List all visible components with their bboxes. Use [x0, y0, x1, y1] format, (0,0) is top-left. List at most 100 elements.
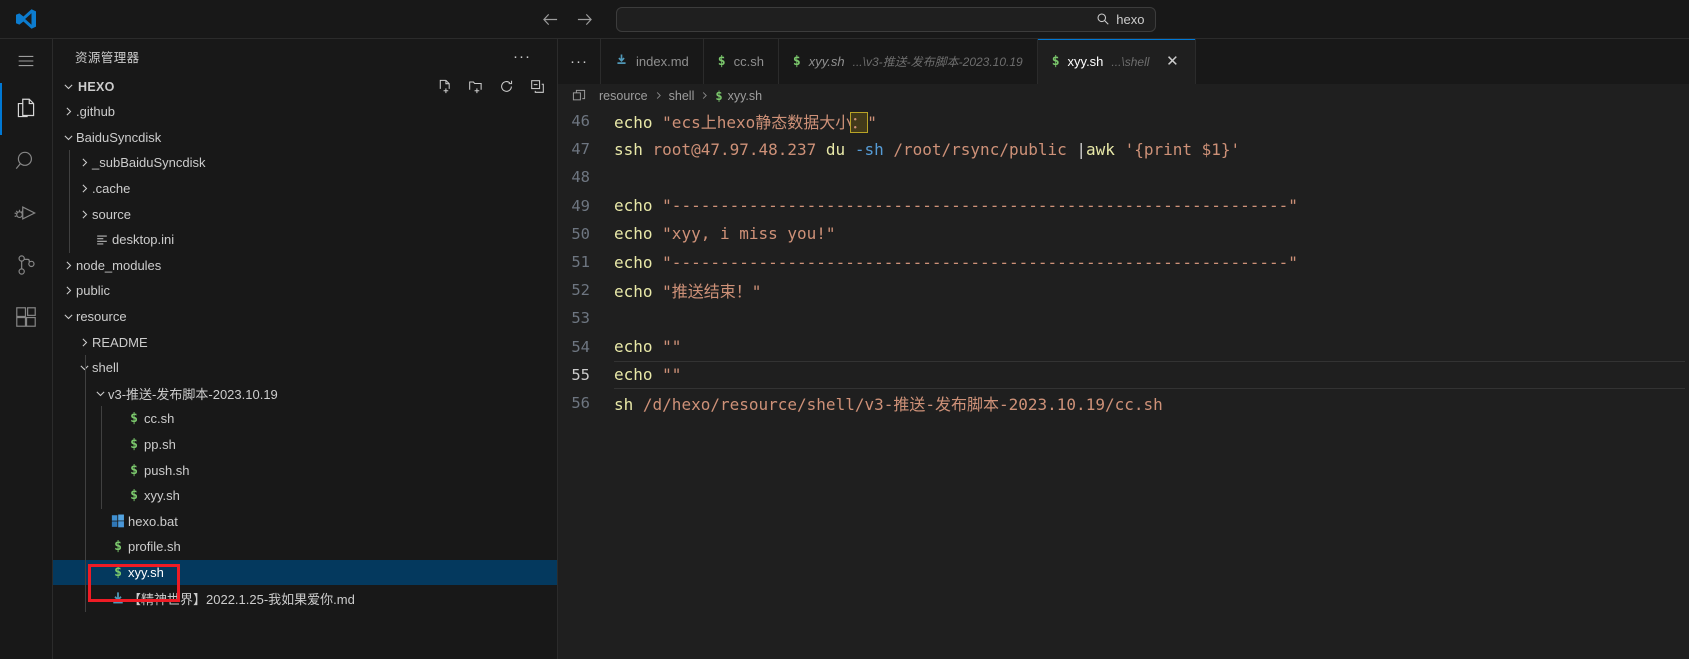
tree-file-row[interactable]: $ profile.sh — [53, 534, 557, 560]
breadcrumb-file[interactable]: xyy.sh — [728, 89, 763, 103]
tree-folder-row[interactable]: public — [53, 278, 557, 304]
code-line[interactable]: 52 echo "推送结束！" — [558, 276, 1689, 304]
editor-tab[interactable]: index.md — [601, 39, 704, 84]
code-lines: 46 echo "ecs上hexo静态数据大小：" 47 ssh root@47.97… — [558, 107, 1689, 417]
refresh-icon[interactable] — [499, 79, 514, 94]
code-token: "ecs上hexo静态数据大小 — [662, 113, 852, 133]
tree-indent-guide — [85, 355, 86, 612]
new-file-icon[interactable] — [437, 79, 452, 94]
code-token: | — [1076, 139, 1087, 159]
activity-bar-item-search[interactable] — [0, 135, 52, 187]
chevron-down-icon — [93, 387, 108, 400]
tree-item-label: hexo.bat — [128, 513, 178, 529]
code-token: ssh — [614, 139, 653, 159]
breadcrumb-separator-icon — [699, 90, 710, 101]
activity-bar — [0, 39, 53, 659]
explorer-root-folder-header[interactable]: HEXO — [53, 74, 557, 99]
tree-file-row[interactable]: $ pp.sh — [53, 432, 557, 458]
line-number: 53 — [571, 309, 590, 328]
activity-bar-item-source-control[interactable] — [0, 239, 52, 291]
code-token: echo — [614, 337, 663, 357]
code-line[interactable]: 54 echo "" — [558, 333, 1689, 361]
editor-group: ··· index.md $ cc.sh $ xyy.sh ...\v3-推送-发布脚本-… — [558, 39, 1689, 659]
code-token: " — [867, 113, 877, 133]
tree-file-row[interactable]: 【精神世界】2022.1.25-我如果爱你.md — [53, 585, 557, 611]
close-icon[interactable]: ✕ — [1163, 54, 1181, 69]
tree-folder-row[interactable]: BaiduSyncdisk — [53, 125, 557, 151]
code-line[interactable]: 55 echo "" — [558, 360, 1689, 389]
search-icon — [15, 151, 33, 169]
code-token: echo — [614, 224, 663, 244]
code-line[interactable]: 48 — [558, 163, 1689, 191]
code-token: "" — [662, 337, 682, 357]
activity-bar-item-explorer[interactable] — [0, 83, 52, 135]
vscode-window: hexo 资源管理器 ··· HEXO .github BaiduSyncdis… — [0, 0, 1689, 659]
breadcrumb[interactable]: resource shell $ xyy.sh — [558, 84, 1689, 107]
code-editor[interactable]: 46 echo "ecs上hexo静态数据大小：" 47 ssh root@47.97… — [558, 107, 1689, 659]
editor-tab[interactable]: $ cc.sh — [703, 39, 779, 84]
code-line[interactable]: 50 echo "xyy, i miss you!" — [558, 220, 1689, 248]
tree-item-label: v3-推送-发布脚本-2023.10.19 — [108, 386, 278, 402]
code-token: echo — [614, 282, 663, 302]
breadcrumb-segment[interactable]: shell — [669, 89, 695, 103]
tree-folder-row[interactable]: .cache — [53, 176, 557, 202]
tree-file-row[interactable]: desktop.ini — [53, 227, 557, 253]
split-editor-icon[interactable] — [572, 89, 586, 103]
code-text: echo "" — [614, 337, 681, 356]
code-line[interactable]: 49 echo "--------------------------------… — [558, 192, 1689, 220]
tree-folder-row[interactable]: shell — [53, 355, 557, 381]
code-line[interactable]: 53 — [558, 304, 1689, 332]
command-center-search[interactable]: hexo — [615, 6, 1156, 32]
code-token: echo — [614, 196, 663, 216]
tree-folder-row[interactable]: _subBaiduSyncdisk — [53, 150, 557, 176]
tree-folder-row[interactable]: .github — [53, 99, 557, 125]
tree-folder-row[interactable]: resource — [53, 304, 557, 330]
tree-file-row[interactable]: $ cc.sh — [53, 406, 557, 432]
code-token: echo — [614, 113, 663, 133]
editor-tab-label: index.md — [636, 54, 689, 69]
tree-item-label: cc.sh — [144, 411, 175, 427]
code-line[interactable]: 47 ssh root@47.97.48.237 du -sh /root/rsy… — [558, 135, 1689, 163]
activity-bar-item-run-and-debug[interactable] — [0, 187, 52, 239]
explorer-more-actions-button[interactable]: ··· — [513, 48, 537, 65]
tree-file-row[interactable]: $ push.sh — [53, 457, 557, 483]
tree-folder-row[interactable]: v3-推送-发布脚本-2023.10.19 — [53, 381, 557, 407]
code-token: "---------------------------------------… — [662, 252, 1298, 272]
tabs-overflow-button[interactable]: ··· — [558, 39, 601, 84]
code-line[interactable]: 56 sh /d/hexo/resource/shell/v3-推送-发布脚本-2… — [558, 389, 1689, 417]
tree-folder-row[interactable]: node_modules — [53, 253, 557, 279]
sh-icon: $ — [715, 88, 723, 103]
code-token: du — [825, 139, 855, 159]
tree-folder-row[interactable]: README — [53, 329, 557, 355]
editor-tab[interactable]: $ xyy.sh ...\shell ✕ — [1037, 39, 1197, 84]
code-token: "推送结束！" — [662, 282, 762, 302]
sh-icon: $ — [130, 462, 138, 478]
collapse-all-icon[interactable] — [530, 79, 545, 94]
breadcrumb-segment[interactable]: resource — [599, 89, 648, 103]
chevron-down-icon — [61, 310, 76, 323]
editor-tab[interactable]: $ xyy.sh ...\v3-推送-发布脚本-2023.10.19 — [778, 39, 1038, 84]
new-folder-icon[interactable] — [468, 79, 483, 94]
workbench-body: 资源管理器 ··· HEXO .github BaiduSyncdisk _su… — [0, 39, 1689, 659]
line-number: 50 — [571, 224, 590, 243]
back-button[interactable] — [534, 6, 568, 32]
chevron-right-icon — [61, 105, 76, 118]
tree-item-label: shell — [92, 360, 119, 376]
activity-bar-item-extensions[interactable] — [0, 291, 52, 343]
tree-file-row[interactable]: $ xyy.sh — [53, 483, 557, 509]
hamburger-menu-button[interactable] — [0, 39, 52, 83]
tree-item-label: xyy.sh — [144, 488, 180, 504]
explorer-file-tree[interactable]: .github BaiduSyncdisk _subBaiduSyncdisk .ca… — [53, 99, 557, 659]
tree-indent-guide — [69, 150, 70, 253]
code-line[interactable]: 46 echo "ecs上hexo静态数据大小：" — [558, 107, 1689, 135]
editor-tab-label: xyy.sh — [808, 54, 845, 69]
forward-button[interactable] — [568, 6, 602, 32]
line-number: 48 — [571, 168, 590, 187]
tree-item-label: BaiduSyncdisk — [76, 129, 162, 145]
ini-icon — [92, 233, 112, 247]
editor-tabs-bar[interactable]: ··· index.md $ cc.sh $ xyy.sh ...\v3-推送-发布脚本-… — [558, 39, 1689, 84]
tree-file-row[interactable]: $ xyy.sh — [53, 559, 557, 586]
tree-file-row[interactable]: hexo.bat — [53, 509, 557, 535]
tree-folder-row[interactable]: source — [53, 201, 557, 227]
code-line[interactable]: 51 echo "--------------------------------… — [558, 248, 1689, 276]
